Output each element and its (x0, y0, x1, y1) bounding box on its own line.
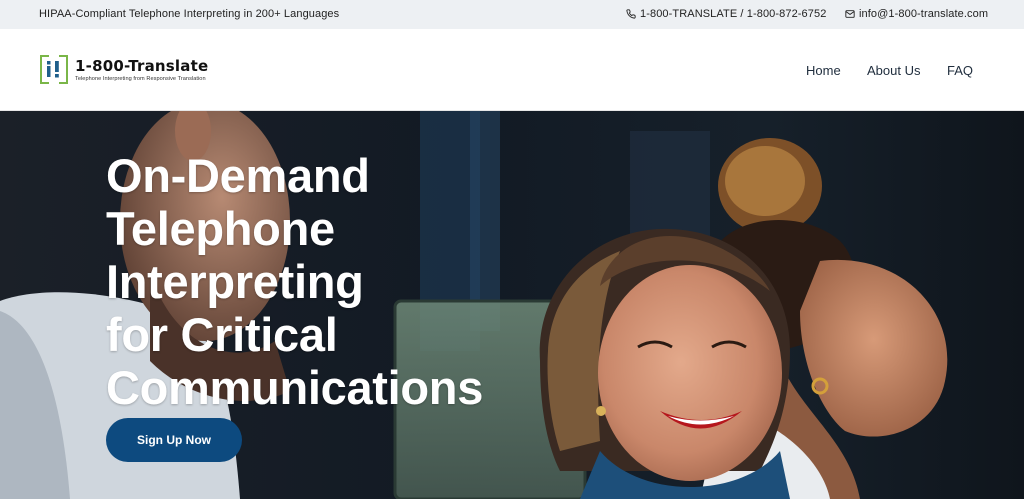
hero-title-line: Interpreting (106, 255, 364, 308)
site-header: 1-800-Translate Telephone Interpreting f… (0, 29, 1024, 111)
hero-section: On-Demand Telephone Interpreting for Cri… (0, 111, 1024, 499)
nav-faq[interactable]: FAQ (947, 63, 973, 78)
phone-icon (626, 9, 636, 19)
top-bar: HIPAA-Compliant Telephone Interpreting i… (0, 0, 1024, 29)
hero-title-line: Telephone (106, 202, 335, 255)
email-contact[interactable]: info@1-800-translate.com (845, 8, 988, 20)
nav-about-us[interactable]: About Us (867, 63, 920, 78)
site-logo[interactable]: 1-800-Translate Telephone Interpreting f… (40, 55, 208, 84)
logo-subtitle: Telephone Interpreting from Responsive T… (75, 75, 206, 82)
hero-title-line: Communications (106, 361, 484, 414)
hero-title: On-Demand Telephone Interpreting for Cri… (106, 149, 576, 414)
logo-mark-icon (40, 55, 68, 84)
envelope-icon (845, 10, 855, 18)
phone-text[interactable]: 1-800-TRANSLATE / 1-800-872-6752 (640, 8, 826, 20)
nav-home[interactable]: Home (806, 63, 841, 78)
sign-up-button[interactable]: Sign Up Now (106, 418, 242, 462)
tagline: HIPAA-Compliant Telephone Interpreting i… (39, 8, 340, 20)
hero-title-line: for Critical (106, 308, 338, 361)
logo-title: 1-800-Translate (75, 56, 209, 75)
phone-contact[interactable]: 1-800-TRANSLATE / 1-800-872-6752 (626, 8, 826, 20)
hero-title-line: On-Demand (106, 149, 370, 202)
email-text[interactable]: info@1-800-translate.com (859, 8, 988, 20)
